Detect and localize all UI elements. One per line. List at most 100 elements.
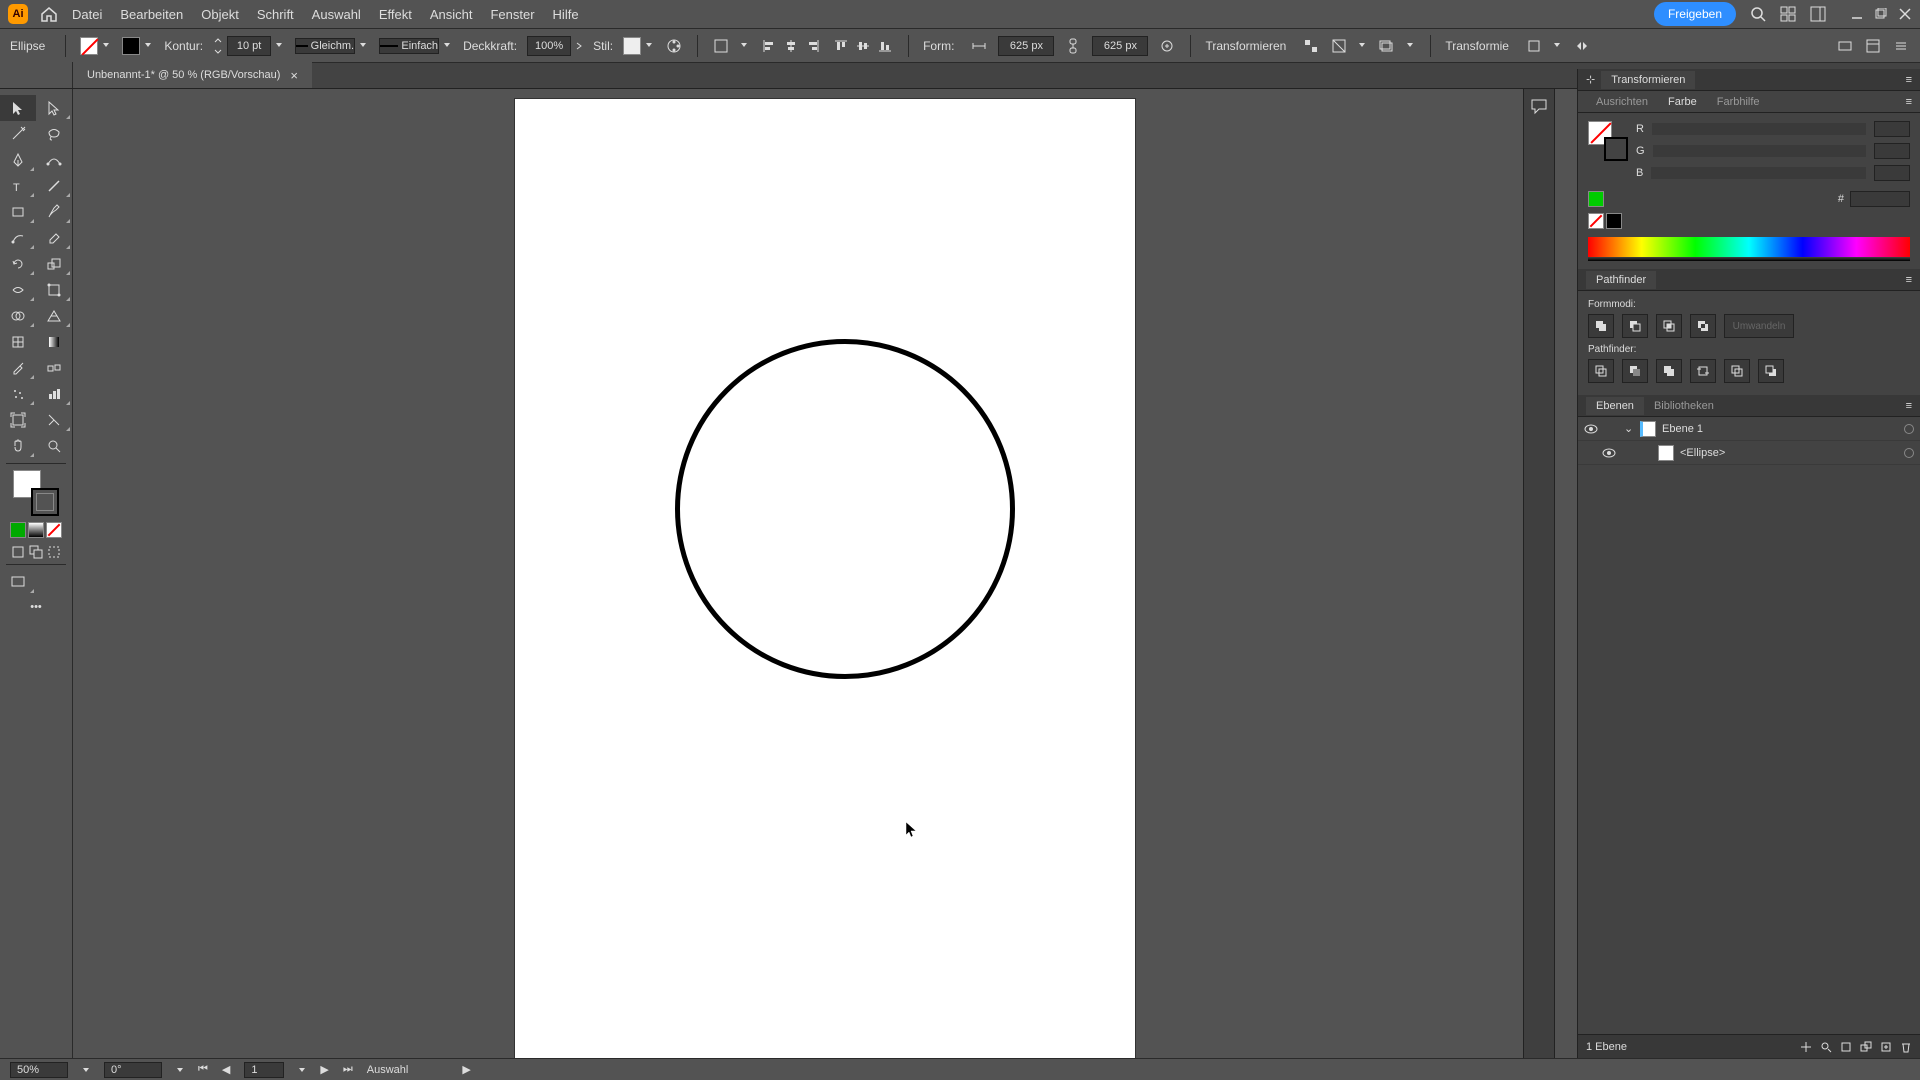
menu-fenster[interactable]: Fenster	[490, 7, 534, 22]
prefs-icon[interactable]	[1864, 37, 1882, 55]
workspace-icon[interactable]	[1810, 6, 1826, 22]
layer-row[interactable]: ⌄ Ebene 1	[1578, 417, 1920, 441]
align-top-icon[interactable]	[832, 37, 850, 55]
zoom-dropdown[interactable]: 50%	[10, 1062, 68, 1078]
menu-auswahl[interactable]: Auswahl	[312, 7, 361, 22]
layer-delete-icon[interactable]	[1900, 1041, 1912, 1053]
paintbrush-tool[interactable]	[36, 199, 72, 225]
artboard-tool[interactable]	[0, 407, 36, 433]
tab-farbhilfe[interactable]: Farbhilfe	[1707, 93, 1770, 111]
share-button[interactable]: Freigeben	[1654, 2, 1736, 26]
menu-bearbeiten[interactable]: Bearbeiten	[120, 7, 183, 22]
divide-icon[interactable]	[1588, 359, 1614, 383]
curvature-tool[interactable]	[36, 147, 72, 173]
expand-icon[interactable]: ⌄	[1624, 422, 1634, 435]
color-mode-icon[interactable]	[10, 522, 26, 538]
tab-pathfinder[interactable]: Pathfinder	[1586, 271, 1656, 289]
edit-toolbar-icon[interactable]: •••	[0, 601, 72, 613]
align-hcenter-icon[interactable]	[782, 37, 800, 55]
direct-selection-tool[interactable]	[36, 95, 72, 121]
draw-normal-icon[interactable]	[10, 544, 26, 560]
layer-clip-icon[interactable]	[1840, 1041, 1852, 1053]
pen-tool[interactable]	[0, 147, 36, 173]
style-swatch[interactable]	[623, 37, 641, 55]
crop-icon[interactable]	[1690, 359, 1716, 383]
item-name[interactable]: <Ellipse>	[1680, 447, 1725, 459]
trim-icon[interactable]	[1622, 359, 1648, 383]
menu-hilfe[interactable]: Hilfe	[553, 7, 579, 22]
expand-button[interactable]: Umwandeln	[1724, 314, 1794, 338]
panel-menu-icon[interactable]: ≡	[1906, 74, 1912, 86]
selection-tool[interactable]	[0, 95, 36, 121]
menu-ansicht[interactable]: Ansicht	[430, 7, 473, 22]
artboard-last-icon[interactable]: ⏭	[343, 1063, 353, 1076]
tab-bibliotheken[interactable]: Bibliotheken	[1644, 397, 1724, 415]
outline-icon[interactable]	[1724, 359, 1750, 383]
slice-tool[interactable]	[36, 407, 72, 433]
draw-behind-icon[interactable]	[28, 544, 44, 560]
tab-ausrichten[interactable]: Ausrichten	[1586, 93, 1658, 111]
stroke-variable-dropdown[interactable]: Gleichm.	[295, 38, 369, 54]
layer-search-icon[interactable]	[1820, 1041, 1832, 1053]
target-icon[interactable]	[1904, 448, 1914, 458]
isolate-icon[interactable]	[1330, 37, 1348, 55]
visibility-icon[interactable]	[1602, 446, 1616, 460]
fill-swatch[interactable]	[80, 37, 112, 55]
layer-name[interactable]: Ebene 1	[1662, 423, 1703, 435]
none-swatch-icon[interactable]	[1588, 213, 1604, 229]
recolor-icon[interactable]	[665, 37, 683, 55]
type-tool[interactable]: T	[0, 173, 36, 199]
g-value[interactable]	[1874, 143, 1910, 159]
align-bottom-icon[interactable]	[876, 37, 894, 55]
artboard-nav[interactable]: 1	[244, 1062, 284, 1078]
pref-icon[interactable]	[712, 37, 730, 55]
swap-to-green-icon[interactable]	[1588, 191, 1604, 207]
canvas-area[interactable]	[73, 89, 1577, 1058]
layer-item-row[interactable]: <Ellipse>	[1578, 441, 1920, 465]
stroke-swatch[interactable]	[122, 37, 154, 55]
gradient-mode-icon[interactable]	[28, 522, 44, 538]
status-play-icon[interactable]: ▶	[462, 1063, 470, 1076]
tab-ebenen[interactable]: Ebenen	[1586, 397, 1644, 415]
color-spectrum[interactable]	[1588, 237, 1910, 257]
menu-schrift[interactable]: Schrift	[257, 7, 294, 22]
window-close-icon[interactable]	[1898, 7, 1912, 21]
panel-transform-tab[interactable]: Transformieren	[1601, 71, 1695, 89]
zoom-tool[interactable]	[36, 433, 72, 459]
artboard-first-icon[interactable]: ⏮	[198, 1063, 208, 1076]
menu-effekt[interactable]: Effekt	[379, 7, 412, 22]
reference-point-icon[interactable]: ⊹	[1586, 73, 1595, 86]
tab-close-icon[interactable]: ×	[290, 68, 298, 83]
search-icon[interactable]	[1750, 6, 1766, 22]
none-mode-icon[interactable]	[46, 522, 62, 538]
align-left-icon[interactable]	[760, 37, 778, 55]
link-wh-icon[interactable]	[1064, 37, 1082, 55]
artboard-next-icon[interactable]: ▶	[320, 1063, 328, 1076]
eyedropper-tool[interactable]	[0, 355, 36, 381]
screen-mode-icon[interactable]	[0, 569, 36, 595]
width-tool[interactable]	[0, 277, 36, 303]
align-right-icon[interactable]	[804, 37, 822, 55]
document-tab[interactable]: Unbenannt-1* @ 50 % (RGB/Vorschau) ×	[73, 62, 312, 88]
menu-objekt[interactable]: Objekt	[201, 7, 239, 22]
merge-icon[interactable]	[1656, 359, 1682, 383]
stroke-profile-dropdown[interactable]: Einfach	[379, 38, 453, 54]
stroke-stepper[interactable]	[213, 37, 223, 55]
rotate-dropdown[interactable]: 0°	[104, 1062, 162, 1078]
shape-width-input[interactable]	[998, 36, 1054, 56]
line-tool[interactable]	[36, 173, 72, 199]
shape-builder-tool[interactable]	[0, 303, 36, 329]
panel-menu-icon[interactable]: ≡	[1906, 400, 1912, 412]
arrange-icon2[interactable]	[1378, 37, 1396, 55]
transform-button[interactable]: Transformieren	[1205, 39, 1286, 53]
r-value[interactable]	[1874, 121, 1910, 137]
constrain-icon[interactable]	[1525, 37, 1543, 55]
layer-locate-icon[interactable]	[1800, 1041, 1812, 1053]
stroke-weight-input[interactable]	[227, 36, 271, 56]
perspective-tool[interactable]	[36, 303, 72, 329]
hex-value[interactable]	[1850, 191, 1910, 207]
visibility-icon[interactable]	[1584, 422, 1598, 436]
lasso-tool[interactable]	[36, 121, 72, 147]
symbol-sprayer-tool[interactable]	[0, 381, 36, 407]
b-value[interactable]	[1874, 165, 1910, 181]
